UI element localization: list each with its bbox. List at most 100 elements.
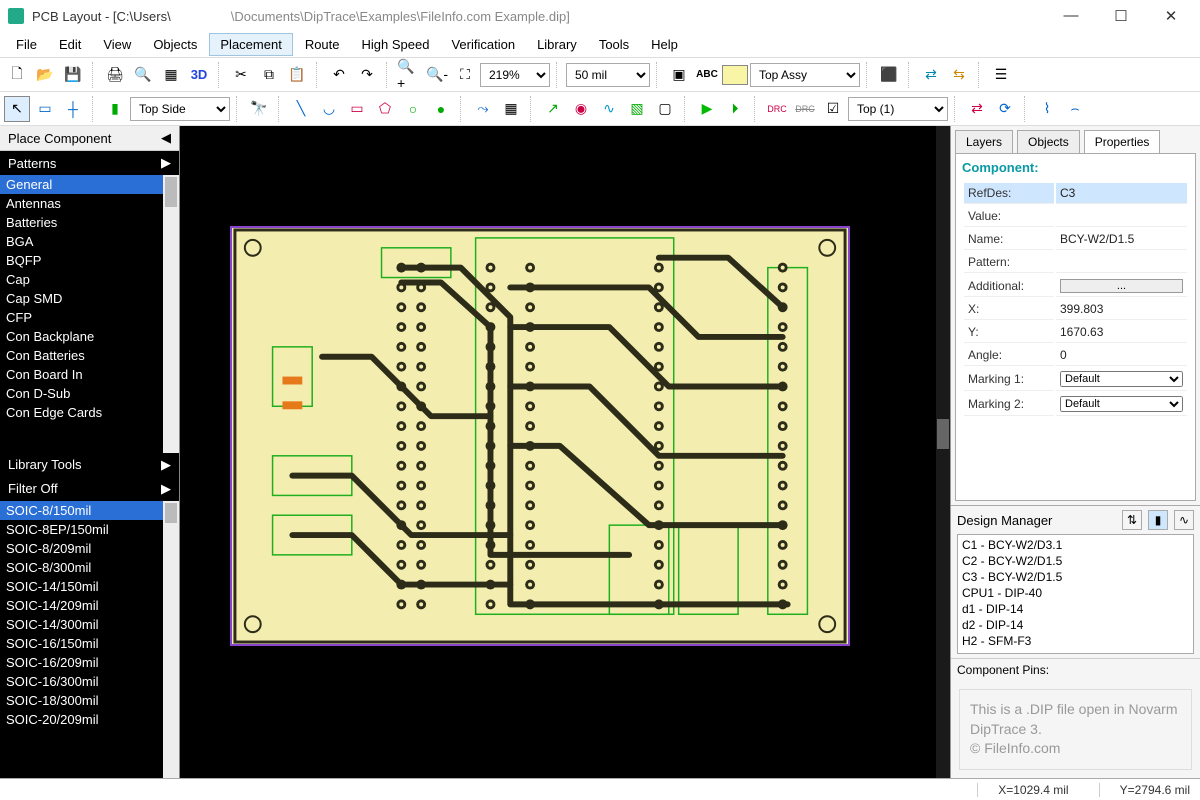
- list-item[interactable]: Antennas: [0, 194, 179, 213]
- prop-value[interactable]: [1056, 252, 1187, 273]
- table-icon[interactable]: ▦: [498, 96, 524, 122]
- length-icon[interactable]: ⌢: [1062, 96, 1088, 122]
- tab-objects[interactable]: Objects: [1017, 130, 1080, 153]
- menu-file[interactable]: File: [6, 34, 47, 55]
- dm-component-icon[interactable]: ▮: [1148, 510, 1168, 530]
- list-item[interactable]: CFP: [0, 308, 179, 327]
- filled-icon[interactable]: ●: [428, 96, 454, 122]
- list-item[interactable]: Con Backplane: [0, 327, 179, 346]
- pcb-board[interactable]: [230, 226, 850, 646]
- list-item[interactable]: SOIC-18/300mil: [0, 691, 179, 710]
- filter-header[interactable]: Filter Off ▶: [0, 477, 179, 501]
- 3d-button[interactable]: 3D: [186, 62, 212, 88]
- save-icon[interactable]: 💾: [60, 62, 86, 88]
- menu-placement[interactable]: Placement: [209, 33, 292, 56]
- menu-help[interactable]: Help: [641, 34, 688, 55]
- menu-verification[interactable]: Verification: [441, 34, 525, 55]
- list-item[interactable]: SOIC-16/300mil: [0, 672, 179, 691]
- diff-pair-icon[interactable]: ⇄: [964, 96, 990, 122]
- list-item[interactable]: General: [0, 175, 179, 194]
- trace-layer-select[interactable]: Top (1): [848, 97, 948, 121]
- measure-icon[interactable]: ▭: [32, 96, 58, 122]
- prop-value[interactable]: Default: [1056, 368, 1187, 391]
- list-item[interactable]: SOIC-16/209mil: [0, 653, 179, 672]
- collapse-left-icon[interactable]: ◀: [161, 130, 171, 146]
- dm-item[interactable]: C1 - BCY-W2/D3.1: [960, 537, 1191, 553]
- list-item[interactable]: BGA: [0, 232, 179, 251]
- arc-icon[interactable]: ◡: [316, 96, 342, 122]
- circle-icon[interactable]: ○: [400, 96, 426, 122]
- rect-icon[interactable]: ▭: [344, 96, 370, 122]
- library-scrollbar[interactable]: [163, 175, 179, 453]
- list-item[interactable]: SOIC-8/150mil: [0, 501, 179, 520]
- list-item[interactable]: SOIC-14/150mil: [0, 577, 179, 596]
- dm-item[interactable]: H2 - SFM-F3: [960, 633, 1191, 649]
- dm-item[interactable]: C2 - BCY-W2/D1.5: [960, 553, 1191, 569]
- side-select[interactable]: Top Side: [130, 97, 230, 121]
- net-check-icon[interactable]: ☑: [820, 96, 846, 122]
- zoom-out-icon[interactable]: 🔍-: [424, 62, 450, 88]
- list-item[interactable]: Cap SMD: [0, 289, 179, 308]
- list-item[interactable]: SOIC-14/300mil: [0, 615, 179, 634]
- dm-item[interactable]: d2 - DIP-14: [960, 617, 1191, 633]
- pour-icon[interactable]: ▧: [624, 96, 650, 122]
- origin-icon[interactable]: ┼: [60, 96, 86, 122]
- paste-icon[interactable]: 📋: [284, 62, 310, 88]
- next-icon[interactable]: ⏵: [722, 96, 748, 122]
- library-list[interactable]: GeneralAntennasBatteriesBGABQFPCapCap SM…: [0, 175, 179, 453]
- package-scrollbar[interactable]: [163, 501, 179, 779]
- via-icon[interactable]: ◉: [568, 96, 594, 122]
- drc-icon[interactable]: DRC: [764, 96, 790, 122]
- canvas-scrollbar[interactable]: [937, 419, 949, 449]
- prop-value[interactable]: BCY-W2/D1.5: [1056, 229, 1187, 250]
- print-icon[interactable]: 🖨: [102, 62, 128, 88]
- meander-icon[interactable]: ⌇: [1034, 96, 1060, 122]
- redo-icon[interactable]: ↷: [354, 62, 380, 88]
- design-manager-icon[interactable]: ☰: [988, 62, 1014, 88]
- prop-value[interactable]: 0: [1056, 345, 1187, 366]
- back-annotate-icon[interactable]: ⇆: [946, 62, 972, 88]
- menu-high-speed[interactable]: High Speed: [352, 34, 440, 55]
- undo-icon[interactable]: ↶: [326, 62, 352, 88]
- open-icon[interactable]: 📂: [32, 62, 58, 88]
- close-button[interactable]: ✕: [1156, 7, 1186, 25]
- package-list[interactable]: SOIC-8/150milSOIC-8EP/150milSOIC-8/209mi…: [0, 501, 179, 779]
- tab-properties[interactable]: Properties: [1084, 130, 1161, 153]
- zoom-in-icon[interactable]: 🔍+: [396, 62, 422, 88]
- place-component-header[interactable]: Place Component ◀: [0, 126, 179, 151]
- board-outline-icon[interactable]: ▢: [652, 96, 678, 122]
- layer-display-icon[interactable]: ▣: [666, 62, 692, 88]
- prop-value[interactable]: C3: [1056, 183, 1187, 204]
- list-item[interactable]: SOIC-20/209mil: [0, 710, 179, 729]
- list-item[interactable]: BQFP: [0, 251, 179, 270]
- new-icon[interactable]: 🗋: [4, 62, 30, 88]
- prop-value[interactable]: ...: [1056, 275, 1187, 297]
- minimize-button[interactable]: —: [1056, 7, 1086, 25]
- menu-view[interactable]: View: [93, 34, 141, 55]
- component-icon[interactable]: ⬛: [876, 62, 902, 88]
- patterns-header[interactable]: Patterns ▶: [0, 151, 179, 175]
- grid-select[interactable]: 50 mil: [566, 63, 650, 87]
- list-item[interactable]: Cap: [0, 270, 179, 289]
- pointer-icon[interactable]: ↖: [4, 96, 30, 122]
- text-icon[interactable]: ABC: [694, 62, 720, 88]
- poly-icon[interactable]: ⬠: [372, 96, 398, 122]
- menu-objects[interactable]: Objects: [143, 34, 207, 55]
- cut-icon[interactable]: ✂: [228, 62, 254, 88]
- list-item[interactable]: SOIC-8/209mil: [0, 539, 179, 558]
- list-item[interactable]: Con Board In: [0, 365, 179, 384]
- menu-route[interactable]: Route: [295, 34, 350, 55]
- layer-color-swatch[interactable]: [722, 65, 748, 85]
- zoom-select[interactable]: 219%: [480, 63, 550, 87]
- tab-layers[interactable]: Layers: [955, 130, 1013, 153]
- preview-icon[interactable]: 🔍: [130, 62, 156, 88]
- dm-item[interactable]: C3 - BCY-W2/D1.5: [960, 569, 1191, 585]
- copy-icon[interactable]: ⧉: [256, 62, 282, 88]
- find-icon[interactable]: 🔭: [246, 96, 272, 122]
- prop-value[interactable]: [1056, 206, 1187, 227]
- dm-item[interactable]: d1 - DIP-14: [960, 601, 1191, 617]
- titles-icon[interactable]: ▦: [158, 62, 184, 88]
- ratline-icon[interactable]: ↗: [540, 96, 566, 122]
- list-item[interactable]: Con Edge Cards: [0, 403, 179, 422]
- menu-edit[interactable]: Edit: [49, 34, 91, 55]
